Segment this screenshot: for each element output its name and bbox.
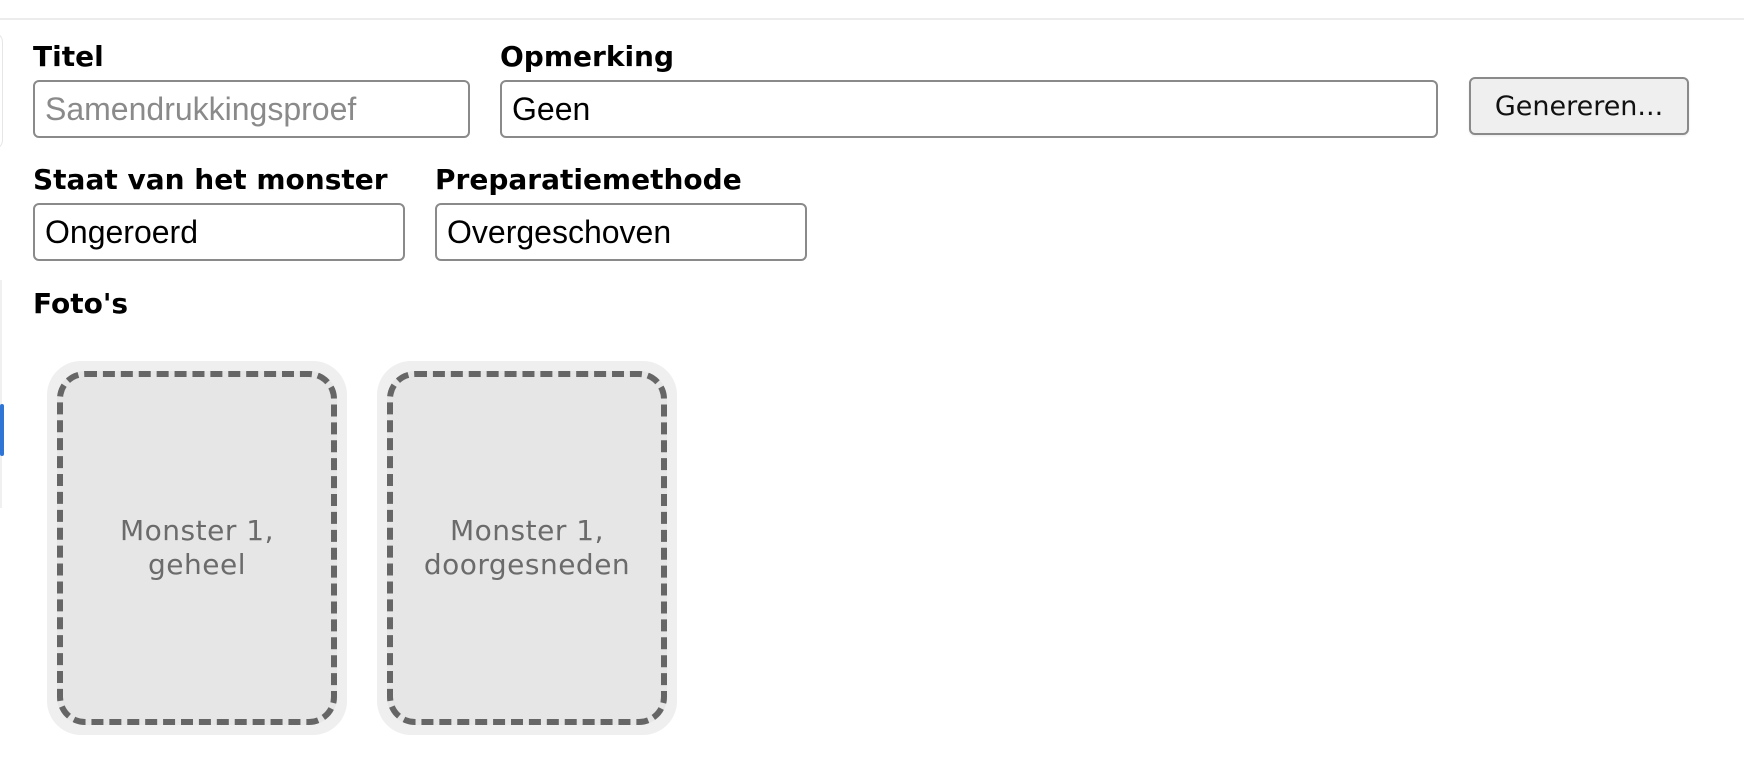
photo-label: Monster 1, geheel [120, 514, 274, 581]
title-input[interactable] [33, 80, 470, 138]
top-divider [0, 18, 1744, 20]
photos-section-label: Foto's [33, 287, 129, 320]
remark-input[interactable] [500, 80, 1438, 138]
photo-label: Monster 1, doorgesneden [423, 514, 631, 581]
photo-dropzone[interactable]: Monster 1, doorgesneden [387, 371, 667, 725]
sample-state-input[interactable] [33, 203, 405, 261]
remark-label: Opmerking [500, 40, 675, 73]
left-edge-tab [0, 32, 3, 150]
preparation-method-input[interactable] [435, 203, 807, 261]
preparation-method-label: Preparatiemethode [435, 163, 742, 196]
photo-card-cut[interactable]: Monster 1, doorgesneden [377, 361, 677, 735]
left-edge-divider [0, 280, 2, 508]
generate-button[interactable]: Genereren... [1469, 77, 1689, 135]
title-label: Titel [33, 40, 104, 73]
photo-card-whole[interactable]: Monster 1, geheel [47, 361, 347, 735]
sample-state-label: Staat van het monster [33, 163, 388, 196]
left-edge-link-glyph [0, 404, 4, 456]
photo-dropzone[interactable]: Monster 1, geheel [57, 371, 337, 725]
